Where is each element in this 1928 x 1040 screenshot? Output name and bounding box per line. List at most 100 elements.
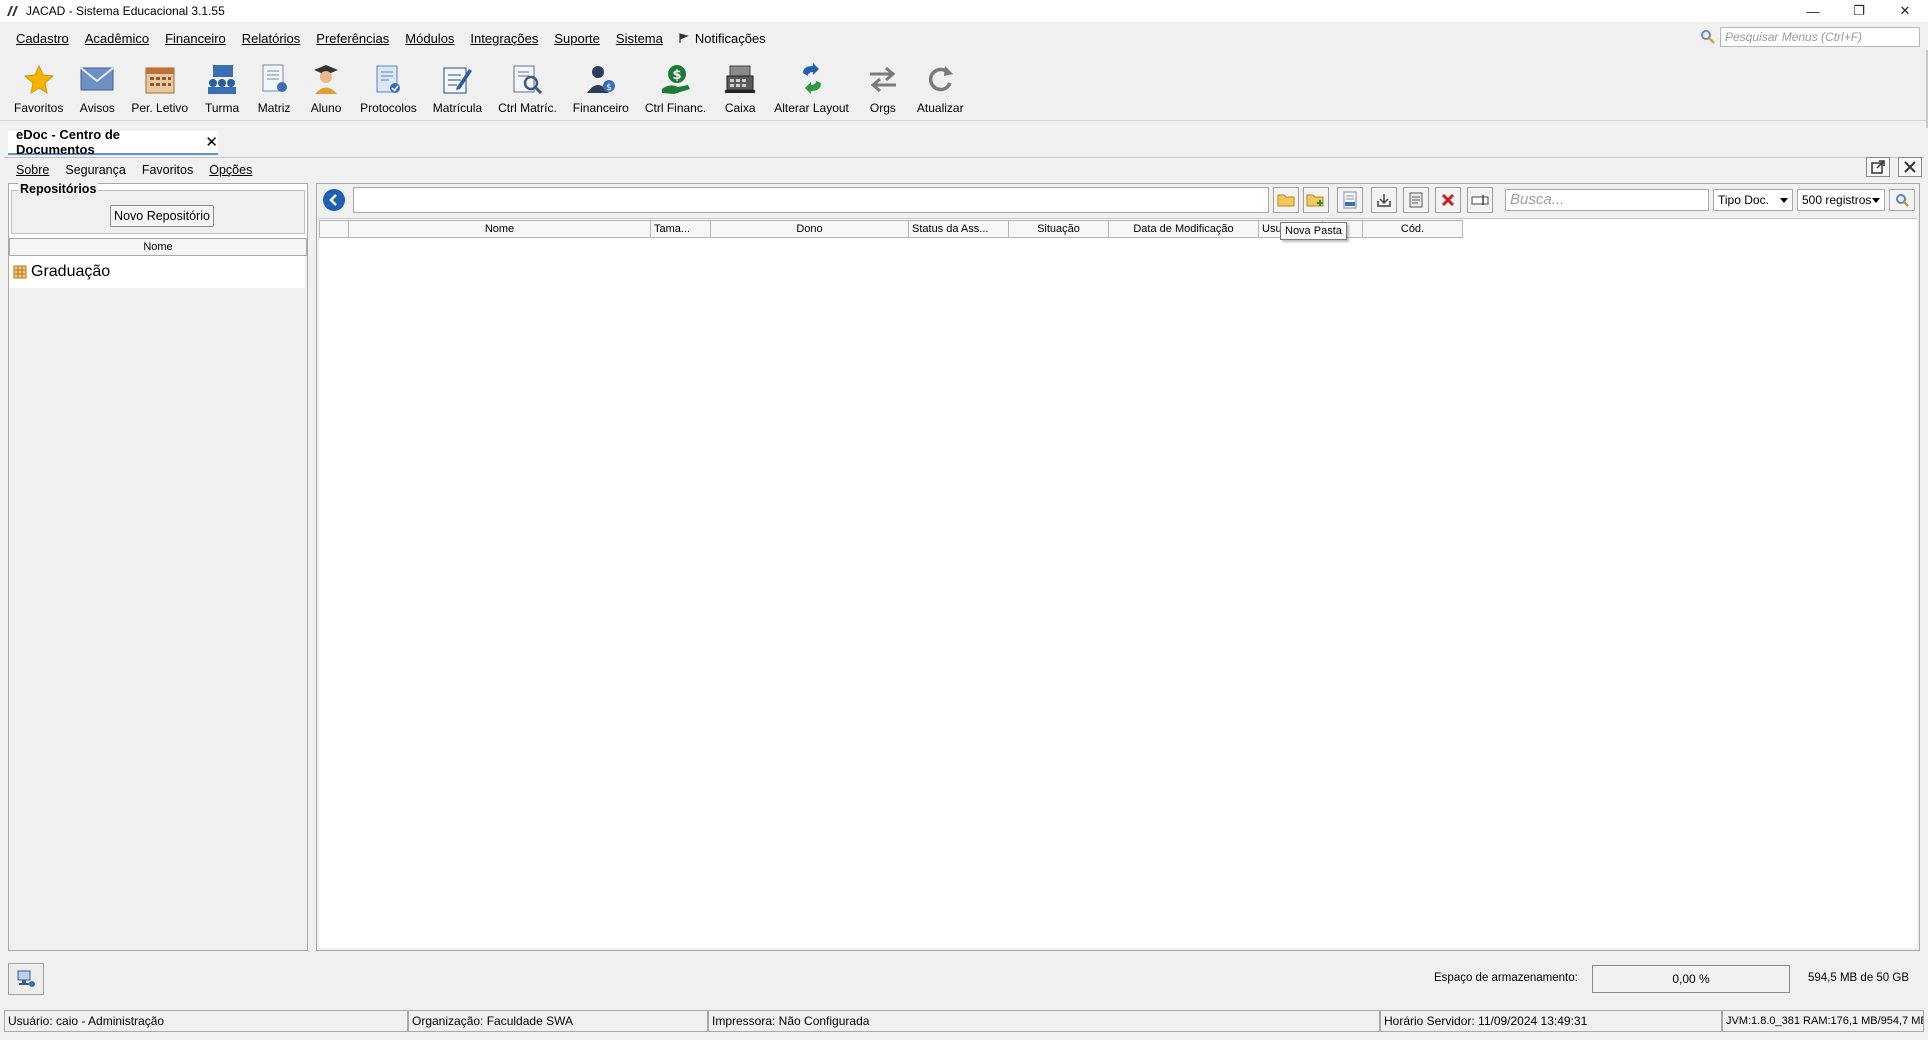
submenu-favoritos[interactable]: Favoritos: [142, 163, 193, 177]
column-header-codigo[interactable]: Cód.: [1363, 220, 1463, 238]
toolbar-financeiro[interactable]: $ Financeiro: [565, 53, 637, 115]
toolbar-turma[interactable]: Turma: [196, 53, 248, 115]
toolbar-label: Ctrl Matríc.: [498, 101, 557, 115]
menu-sistema[interactable]: Sistema: [616, 31, 663, 46]
column-header-tamanho[interactable]: Tama...: [651, 220, 711, 238]
toolbar-label: Caixa: [724, 101, 756, 115]
column-header-status-assinatura[interactable]: Status da Ass...: [909, 220, 1009, 238]
expand-grid-icon[interactable]: [13, 265, 27, 279]
tooltip-nova-pasta: Nova Pasta: [1280, 222, 1347, 240]
panel-controls: [1866, 157, 1922, 177]
rename-button[interactable]: [1467, 187, 1493, 213]
layout-switch-icon: [794, 61, 830, 97]
delete-x-icon: [1441, 193, 1455, 207]
toolbar-alterar-layout[interactable]: Alterar Layout: [766, 53, 857, 115]
network-status-button[interactable]: [8, 963, 44, 995]
menu-notificacoes-label: Notificações: [694, 30, 766, 46]
menu-modulos[interactable]: Módulos: [405, 31, 454, 46]
menu-relatorios[interactable]: Relatórios: [242, 31, 301, 46]
submenu-seguranca[interactable]: Segurança: [65, 163, 125, 177]
menu-financeiro[interactable]: Financeiro: [165, 31, 226, 46]
toolbar-label: Matrícula: [432, 101, 483, 115]
menu-academico[interactable]: Acadêmico: [85, 31, 149, 46]
back-button[interactable]: [323, 189, 345, 211]
storage-used: 594,5 MB de 50 GB: [1808, 972, 1910, 984]
search-button[interactable]: [1889, 189, 1915, 211]
doc-type-select[interactable]: Tipo Doc.: [1713, 189, 1793, 211]
toolbar-label: Matriz: [257, 101, 291, 115]
toolbar-favoritos[interactable]: Favoritos: [6, 53, 71, 115]
toolbar-aluno[interactable]: Aluno: [300, 53, 352, 115]
rename-field-icon: [1471, 195, 1489, 205]
repositories-panel: Repositórios Novo Repositório Nome Gradu…: [8, 182, 308, 951]
menu-search-input[interactable]: Pesquisar Menus (Ctrl+F): [1720, 27, 1920, 47]
toolbar-ctrl-matric[interactable]: Ctrl Matríc.: [490, 53, 565, 115]
document-grid-icon: [256, 61, 292, 97]
storage-label: Espaço de armazenamento:: [1434, 972, 1578, 984]
tree-item-graduacao[interactable]: Graduação: [9, 256, 305, 288]
status-user: Usuário: caio - Administração: [4, 1010, 408, 1032]
document-details-button[interactable]: [1403, 187, 1429, 213]
close-panel-button[interactable]: [1898, 157, 1922, 177]
toolbar-label: Orgs: [869, 101, 896, 115]
new-repository-button[interactable]: Novo Repositório: [110, 205, 214, 227]
column-header-nome[interactable]: Nome: [349, 220, 651, 238]
toolbar-label: Avisos: [79, 101, 115, 115]
tab-divider: [4, 157, 1924, 158]
upload-document-button[interactable]: [1337, 187, 1363, 213]
toolbar-matriz[interactable]: Matriz: [248, 53, 300, 115]
column-header-select[interactable]: [319, 220, 349, 238]
documents-panel: Busca... Tipo Doc. 500 registros Nome Ta…: [316, 183, 1920, 951]
column-header-dono[interactable]: Dono: [711, 220, 909, 238]
app-window: JACAD - Sistema Educacional 3.1.55 — ❐ ✕…: [0, 0, 1928, 1040]
toolbar-avisos[interactable]: Avisos: [71, 53, 123, 115]
tree-item-label: Graduação: [31, 263, 111, 280]
records-value: 500 registros: [1802, 193, 1872, 207]
column-header-nome[interactable]: Nome: [9, 238, 307, 256]
storage-progress: 0,00 %: [1592, 965, 1790, 993]
repository-list: Nome Graduação: [9, 238, 307, 950]
toolbar-atualizar[interactable]: Atualizar: [909, 53, 972, 115]
menu-suporte[interactable]: Suporte: [554, 31, 600, 46]
column-header-situacao[interactable]: Situação: [1009, 220, 1109, 238]
submenu-sobre[interactable]: Sobre: [16, 163, 49, 177]
close-icon: [1904, 161, 1916, 173]
column-header-data-modificacao[interactable]: Data de Modificação: [1109, 220, 1259, 238]
menu-notificacoes[interactable]: Notificações: [679, 31, 766, 46]
student-icon: [308, 61, 344, 97]
toolbar-ctrl-financ[interactable]: $ Ctrl Financ.: [637, 53, 714, 115]
records-select[interactable]: 500 registros: [1797, 189, 1885, 211]
restore-button[interactable]: ❐: [1836, 0, 1882, 22]
toolbar-caixa[interactable]: Caixa: [714, 53, 766, 115]
toolbar-per-letivo[interactable]: Per. Letivo: [123, 53, 196, 115]
download-button[interactable]: [1371, 187, 1397, 213]
minimize-button[interactable]: —: [1790, 0, 1836, 22]
document-search-input[interactable]: Busca...: [1505, 189, 1709, 211]
menu-cadastro[interactable]: Cadastro: [16, 31, 69, 46]
toolbar-protocolos[interactable]: Protocolos: [352, 53, 425, 115]
close-window-button[interactable]: ✕: [1882, 0, 1928, 22]
submenu-opcoes[interactable]: Opções: [209, 163, 252, 177]
status-jvm: JVM:1.8.0_381 RAM:176,1 MB/954,7 MB: [1722, 1010, 1924, 1032]
path-input[interactable]: [353, 187, 1269, 213]
menu-integracoes[interactable]: Integrações: [470, 31, 538, 46]
new-folder-button[interactable]: [1303, 187, 1329, 213]
toolbar-orgs[interactable]: Orgs: [857, 53, 909, 115]
edoc-menu-bar: Sobre Segurança Favoritos Opções: [0, 160, 252, 180]
title-bar: JACAD - Sistema Educacional 3.1.55 — ❐ ✕: [0, 0, 1928, 22]
folder-icon: [1277, 194, 1295, 207]
repositories-title: Repositórios: [18, 182, 99, 196]
refresh-icon: [922, 61, 958, 97]
person-money-icon: $: [583, 61, 619, 97]
toolbar-label: Aluno: [310, 101, 342, 115]
envelope-icon: [79, 61, 115, 97]
money-hand-icon: $: [658, 61, 694, 97]
menu-bar: Cadastro Acadêmico Financeiro Relatórios…: [0, 27, 1928, 49]
detach-panel-button[interactable]: [1866, 157, 1890, 177]
close-tab-icon[interactable]: ✕: [205, 133, 218, 151]
toolbar-matricula[interactable]: Matrícula: [425, 53, 490, 115]
delete-button[interactable]: [1435, 187, 1461, 213]
tab-edoc[interactable]: eDoc - Centro de Documentos ✕: [8, 127, 218, 157]
menu-preferencias[interactable]: Preferências: [316, 31, 389, 46]
folder-button[interactable]: [1273, 187, 1299, 213]
